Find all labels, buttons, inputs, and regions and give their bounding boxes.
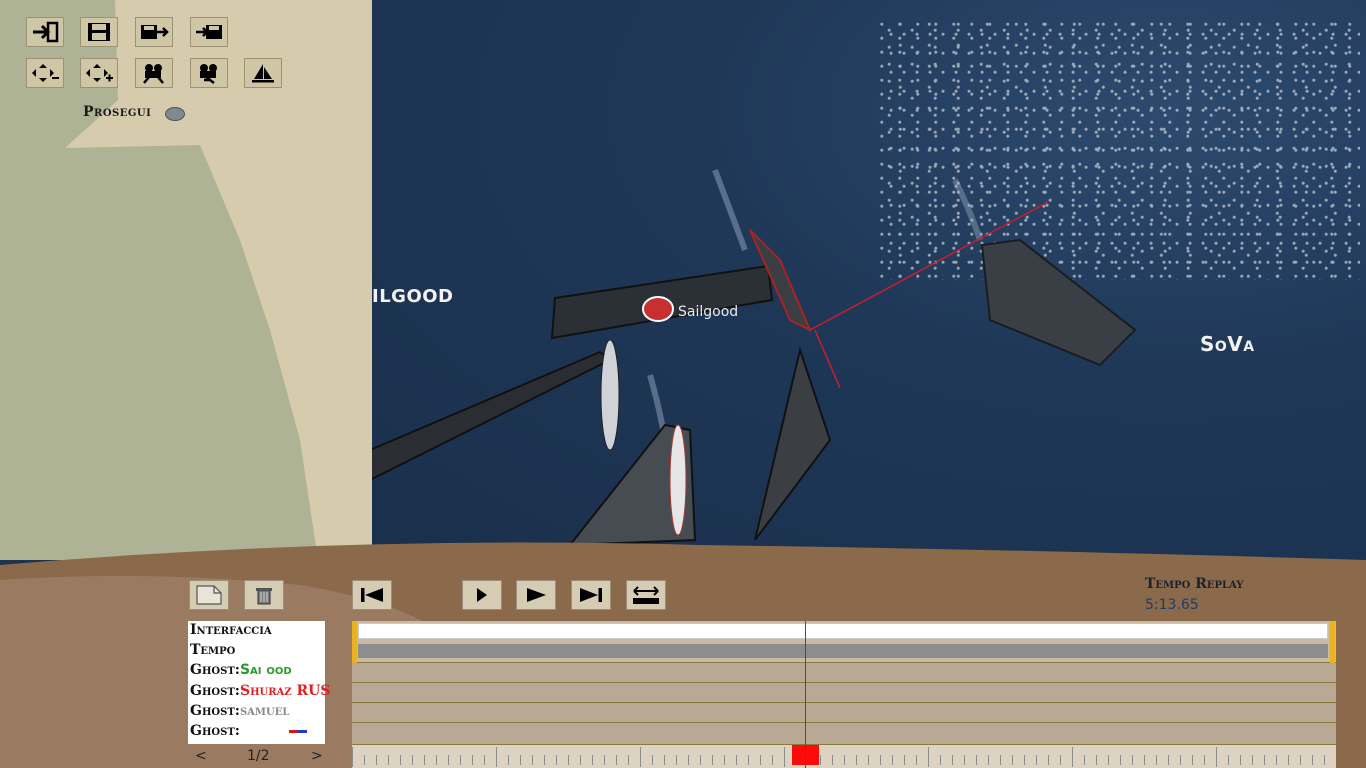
zoom-in-button[interactable] [80, 58, 118, 88]
pager-prev-button[interactable]: < [195, 748, 207, 764]
boat-sova[interactable] [980, 238, 1137, 367]
trash-button[interactable] [244, 580, 284, 610]
play-button[interactable] [516, 580, 556, 610]
prosegui-label: Prosegui [83, 104, 152, 120]
enter-arrow-icon [33, 21, 59, 43]
loop-button[interactable] [626, 580, 666, 610]
boat-button[interactable] [244, 58, 282, 88]
ghost-track-1[interactable] [352, 663, 1336, 683]
skip-to-start-icon [361, 588, 383, 602]
floppy-import-icon [196, 25, 222, 39]
zoom-in-arrows-icon [86, 64, 113, 82]
pager-next-button[interactable]: > [311, 748, 323, 764]
load-import-button[interactable] [190, 17, 228, 47]
ghost-track-3[interactable] [352, 703, 1336, 723]
sail-brand-text: Sailgood [678, 304, 738, 320]
boat-wake [952, 178, 983, 241]
time-ruler[interactable] [352, 745, 1336, 768]
loop-arrows-icon [633, 586, 659, 604]
camera-follow-icon [200, 64, 217, 84]
boat-mast[interactable] [754, 346, 832, 541]
floppy-disk-icon [88, 23, 110, 41]
camera-icon [143, 64, 164, 84]
interfaccia-track[interactable] [358, 623, 1328, 639]
floppy-export-icon [141, 25, 169, 39]
skip-to-end-icon [580, 588, 602, 602]
save-button[interactable] [80, 17, 118, 47]
track-labels-panel: Interfaccia Tempo Ghost:Sai ood Ghost:Sh… [188, 621, 330, 744]
boat-shadow-sail[interactable] [369, 350, 612, 482]
camera-button-1[interactable] [135, 58, 173, 88]
layline [814, 329, 841, 389]
track-label-ghost-2[interactable]: Ghost:Shuraz RUS [190, 683, 330, 699]
ghost-name-1: Sai ood [239, 662, 292, 678]
track-label-ghost-4[interactable]: Ghost: [190, 723, 307, 739]
ghost-name-3: samuel [239, 703, 290, 719]
boat-hull[interactable] [600, 339, 620, 451]
playhead-line [805, 621, 806, 768]
skip-to-end-button[interactable] [571, 580, 611, 610]
ghost-track-4[interactable] [352, 723, 1336, 745]
track-label-interfaccia[interactable]: Interfaccia [190, 622, 272, 638]
save-export-button[interactable] [135, 17, 173, 47]
boat-hull[interactable] [669, 424, 687, 536]
play-slow-icon [477, 588, 487, 602]
timeline-start-marker[interactable] [352, 621, 357, 663]
tempo-replay-value: 5:13.65 [1145, 597, 1199, 613]
boat-label-right: SoVa [1200, 332, 1255, 356]
camera-button-2[interactable] [190, 58, 228, 88]
tempo-track[interactable] [358, 644, 1328, 658]
zoom-out-arrows-icon [32, 64, 59, 82]
sailgood-logo [642, 296, 674, 322]
zoom-out-button[interactable] [26, 58, 64, 88]
view-page-button[interactable] [189, 580, 229, 610]
pager-page-indicator: 1/2 [247, 748, 270, 764]
prosegui-toggle[interactable] [165, 107, 185, 121]
ghost-name-2: Shuraz RUS [239, 683, 331, 699]
race-scene[interactable]: Sailgood [360, 0, 1366, 560]
track-label-ghost-3[interactable]: Ghost:samuel [190, 703, 289, 719]
track-label-tempo[interactable]: Tempo [190, 642, 235, 658]
play-slow-button[interactable] [462, 580, 502, 610]
track-label-ghost-1[interactable]: Ghost:Sai ood [190, 662, 292, 678]
ghost-track-2[interactable] [352, 683, 1336, 703]
boat-label-left: ILGOOD [372, 286, 454, 307]
enter-button[interactable] [26, 17, 64, 47]
tempo-replay-title: Tempo Replay [1145, 576, 1244, 592]
timeline-end-marker[interactable] [1330, 621, 1335, 663]
play-icon [527, 588, 546, 602]
skip-to-start-button[interactable] [352, 580, 392, 610]
ghost-flag [288, 729, 307, 733]
view-page-icon [196, 585, 222, 605]
timeline-area[interactable] [352, 621, 1336, 768]
boat-wake [712, 168, 748, 252]
sailboat-icon [252, 64, 274, 83]
trash-can-icon [256, 588, 272, 605]
